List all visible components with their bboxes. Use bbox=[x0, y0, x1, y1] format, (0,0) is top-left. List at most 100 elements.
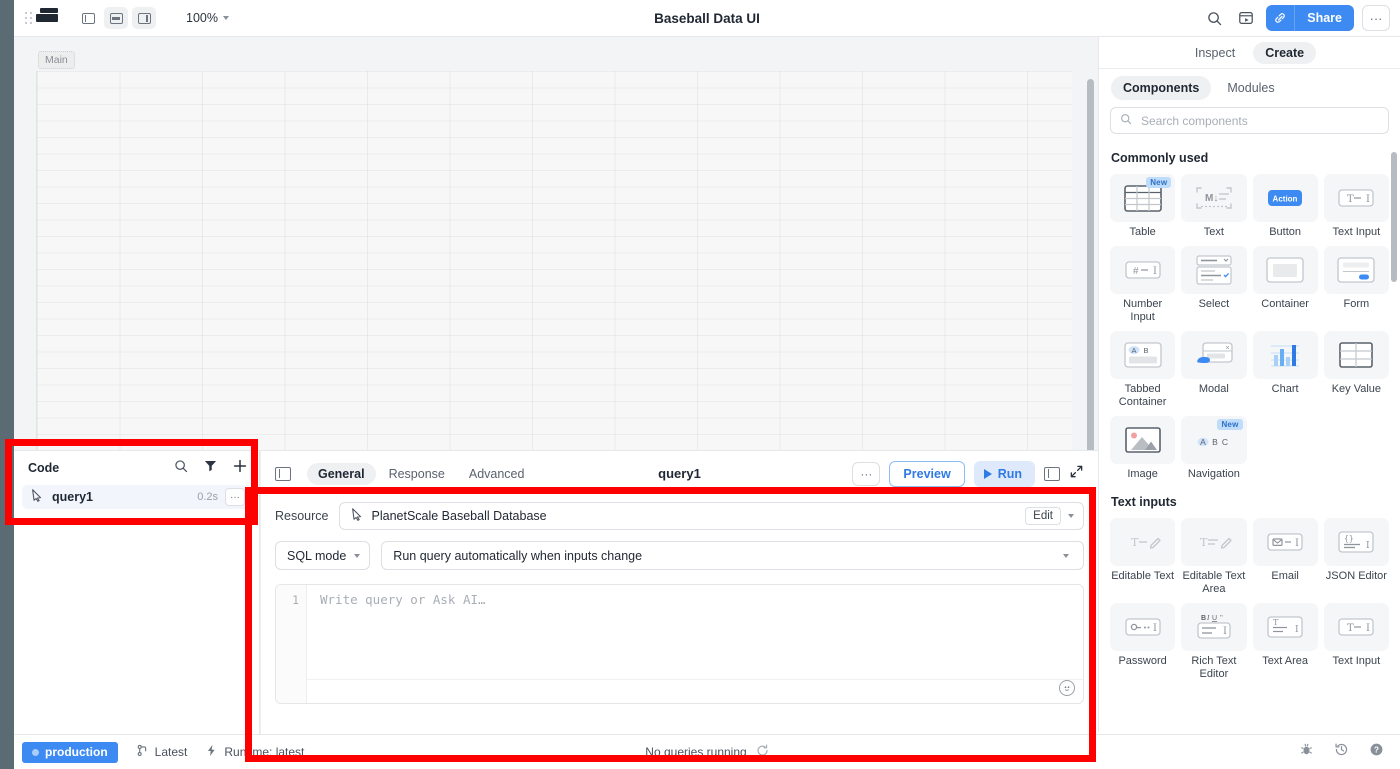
search-icon[interactable] bbox=[1202, 6, 1226, 30]
canvas-grid[interactable] bbox=[36, 71, 1072, 450]
component-rich-text-editor[interactable]: B I U " I Rich Text Editor bbox=[1181, 602, 1247, 681]
share-button[interactable]: Share bbox=[1295, 5, 1354, 31]
plus-icon[interactable] bbox=[233, 459, 247, 478]
history-icon[interactable] bbox=[1334, 742, 1349, 762]
table-icon: New bbox=[1110, 174, 1176, 222]
component-library-scroll[interactable]: Commonly used New Table M↓ Text Action Button… bbox=[1099, 147, 1400, 732]
tab-modules[interactable]: Modules bbox=[1215, 76, 1286, 100]
component-image[interactable]: Image bbox=[1110, 415, 1176, 481]
search-icon[interactable] bbox=[174, 459, 188, 478]
runtime-selector[interactable]: Runtime: latest bbox=[205, 744, 304, 760]
resource-value: PlanetScale Baseball Database bbox=[371, 509, 547, 523]
version-selector[interactable]: Latest bbox=[136, 744, 187, 760]
component-select[interactable]: Select bbox=[1181, 245, 1247, 324]
canvas-vertical-scrollbar[interactable] bbox=[1087, 79, 1094, 450]
query-more-button[interactable]: ··· bbox=[852, 461, 881, 486]
code-panel-header: Code bbox=[14, 451, 259, 485]
run-button[interactable]: Run bbox=[973, 460, 1035, 487]
chevron-down-icon[interactable] bbox=[1068, 514, 1074, 518]
component-button[interactable]: Action Button bbox=[1252, 174, 1318, 239]
rich-text-editor-icon: B I U " I bbox=[1181, 602, 1247, 651]
retool-logo-icon[interactable] bbox=[36, 8, 62, 28]
ai-assistant-icon[interactable] bbox=[1059, 680, 1075, 696]
component-label: Form bbox=[1343, 297, 1370, 310]
search-input[interactable] bbox=[1139, 112, 1379, 129]
component-search-box[interactable] bbox=[1110, 107, 1389, 134]
component-text-area[interactable]: T I Text Area bbox=[1252, 602, 1318, 681]
preview-app-icon[interactable] bbox=[1234, 6, 1258, 30]
component-label: Text Area bbox=[1262, 654, 1309, 667]
key-value-icon bbox=[1323, 330, 1389, 379]
component-json-editor[interactable]: {} I JSON Editor bbox=[1323, 517, 1389, 596]
component-label: Number Input bbox=[1123, 297, 1163, 323]
branch-icon bbox=[136, 744, 149, 760]
email-input-icon: I bbox=[1252, 517, 1318, 566]
refresh-icon[interactable] bbox=[756, 744, 769, 760]
component-text[interactable]: M↓ Text bbox=[1181, 174, 1247, 239]
tab-components[interactable]: Components bbox=[1111, 76, 1212, 100]
component-text-input[interactable]: T I Text Input bbox=[1323, 174, 1389, 239]
component-tabbed-container[interactable]: A B Tabbed Container bbox=[1110, 330, 1176, 409]
component-form[interactable]: Form bbox=[1323, 245, 1389, 324]
query-resource-icon bbox=[30, 488, 44, 507]
layout-bottom-panel-icon[interactable] bbox=[104, 7, 128, 29]
component-container[interactable]: Container bbox=[1252, 245, 1318, 324]
component-chart[interactable]: Chart bbox=[1252, 330, 1318, 409]
zoom-level-selector[interactable]: 100% bbox=[186, 11, 229, 25]
component-label: JSON Editor bbox=[1325, 569, 1387, 582]
editor-gutter: 1 bbox=[276, 585, 307, 703]
resource-edit-button[interactable]: Edit bbox=[1025, 507, 1061, 525]
tabbed-container-icon: AB bbox=[1110, 330, 1176, 379]
sql-code-editor[interactable]: 1 Write query or Ask AI… bbox=[275, 584, 1084, 704]
filter-icon[interactable] bbox=[204, 459, 217, 477]
svg-text:": " bbox=[1220, 614, 1223, 622]
share-control-group: Share bbox=[1266, 5, 1354, 31]
layout-right-panel-icon[interactable] bbox=[132, 7, 156, 29]
preview-button[interactable]: Preview bbox=[889, 460, 965, 487]
resource-selector[interactable]: PlanetScale Baseball Database Edit bbox=[338, 502, 1084, 530]
environment-label: production bbox=[45, 745, 108, 759]
query-settings-body: Resource PlanetScale Baseball Database E… bbox=[261, 496, 1098, 704]
drag-handle-icon[interactable] bbox=[24, 9, 34, 27]
component-panel-scrollbar[interactable] bbox=[1391, 152, 1397, 282]
code-list-item-query1[interactable]: query1 0.2s ··· bbox=[22, 485, 251, 509]
expand-diagonal-icon[interactable] bbox=[1069, 464, 1084, 484]
component-table[interactable]: New Table bbox=[1110, 174, 1176, 239]
component-label: Container bbox=[1261, 297, 1309, 310]
code-item-more-button[interactable]: ··· bbox=[225, 488, 245, 506]
link-icon[interactable] bbox=[1266, 5, 1296, 31]
component-email[interactable]: I Email bbox=[1252, 517, 1318, 596]
component-text-input[interactable]: T I Text Input bbox=[1323, 602, 1389, 681]
chevron-down-icon bbox=[222, 16, 229, 20]
bug-icon[interactable] bbox=[1299, 742, 1314, 762]
component-password[interactable]: I Password bbox=[1110, 602, 1176, 681]
header-more-button[interactable]: ··· bbox=[1362, 5, 1390, 31]
component-key-value[interactable]: Key Value bbox=[1323, 330, 1389, 409]
editable-text-area-icon: T bbox=[1181, 517, 1247, 566]
layout-left-panel-icon[interactable] bbox=[76, 7, 100, 29]
svg-text:B: B bbox=[1143, 346, 1148, 355]
tab-general[interactable]: General bbox=[307, 462, 376, 485]
component-navigation[interactable]: A B C New Navigation bbox=[1181, 415, 1247, 481]
panel-toggle-icon[interactable] bbox=[275, 466, 291, 481]
svg-text:I: I bbox=[1223, 626, 1227, 637]
sql-mode-selector[interactable]: SQL mode bbox=[275, 541, 371, 570]
component-modal[interactable]: × Modal bbox=[1181, 330, 1247, 409]
component-editable-text[interactable]: T Editable Text bbox=[1110, 517, 1176, 596]
component-number-input[interactable]: # I Number Input bbox=[1110, 245, 1176, 324]
run-behavior-selector[interactable]: Run query automatically when inputs chan… bbox=[381, 541, 1084, 570]
app-canvas[interactable]: Main bbox=[14, 37, 1098, 450]
tab-advanced[interactable]: Advanced bbox=[458, 463, 536, 485]
svg-text:T: T bbox=[1200, 536, 1208, 549]
canvas-frame-label[interactable]: Main bbox=[38, 51, 75, 69]
tab-response[interactable]: Response bbox=[378, 463, 456, 485]
environment-selector[interactable]: production bbox=[22, 741, 118, 763]
text-input-icon: TI bbox=[1323, 602, 1389, 651]
help-icon[interactable]: ? bbox=[1369, 742, 1384, 762]
tab-inspect[interactable]: Inspect bbox=[1183, 42, 1247, 64]
code-panel-actions bbox=[174, 459, 247, 478]
query-panel-layout-icon[interactable] bbox=[1044, 466, 1060, 481]
svg-text:I: I bbox=[1206, 614, 1210, 622]
tab-create[interactable]: Create bbox=[1253, 41, 1317, 64]
component-editable-text-area[interactable]: T Editable Text Area bbox=[1181, 517, 1247, 596]
